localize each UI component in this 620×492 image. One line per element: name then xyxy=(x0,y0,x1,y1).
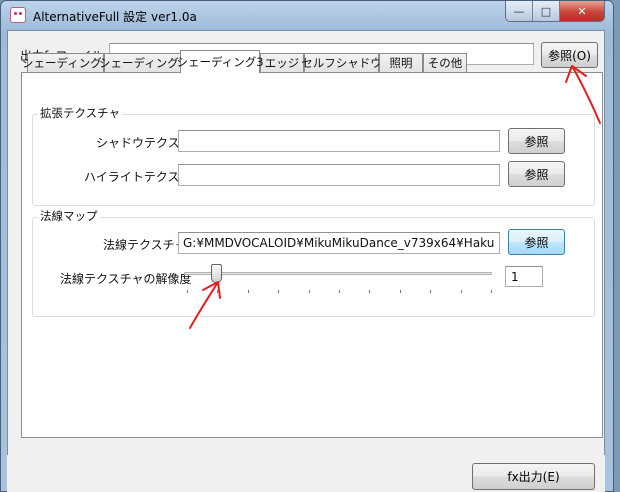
window-title: AlternativeFull 設定 ver1.0a xyxy=(33,10,197,24)
normal-resolution-label: 法線テクスチャの解像度 xyxy=(60,272,192,286)
normal-texture-input[interactable]: G:¥MMDVOCALOID¥MikuMikuDance_v739x64¥Hak… xyxy=(178,232,500,254)
resolution-slider-thumb[interactable] xyxy=(211,264,222,283)
resolution-value-input[interactable]: 1 xyxy=(505,266,543,287)
app-icon xyxy=(10,7,26,23)
normal-texture-label: 法線テクスチャ xyxy=(103,238,187,252)
slider-tick xyxy=(491,290,492,293)
title-bar[interactable]: AlternativeFull 設定 ver1.0a — □ ✕ xyxy=(1,1,613,31)
slider-tick xyxy=(308,290,310,293)
caption-buttons: — □ ✕ xyxy=(505,1,605,22)
minimize-button[interactable]: — xyxy=(506,1,533,21)
slider-tick xyxy=(247,290,249,293)
slider-tick xyxy=(217,290,219,293)
tab-self-shadow[interactable]: セルフシャドウ xyxy=(301,53,382,72)
tab-shading2[interactable]: シェーディング2 xyxy=(99,53,186,72)
slider-tick xyxy=(369,290,371,293)
maximize-button[interactable]: □ xyxy=(533,1,560,21)
slider-tick xyxy=(399,290,401,293)
slider-tick xyxy=(187,290,188,293)
shadow-texture-input[interactable] xyxy=(178,130,500,152)
highlight-texture-input[interactable] xyxy=(178,164,500,186)
normal-browse-button[interactable]: 参照 xyxy=(508,229,565,255)
output-browse-button[interactable]: 参照(O) xyxy=(541,42,598,68)
highlight-browse-button[interactable]: 参照 xyxy=(508,161,565,187)
resolution-slider-track[interactable] xyxy=(184,272,492,275)
slider-tick xyxy=(278,290,280,293)
shadow-browse-button[interactable]: 参照 xyxy=(508,128,565,154)
extended-texture-title: 拡張テクスチャ xyxy=(38,105,123,121)
tab-edge[interactable]: エッジ xyxy=(260,53,304,72)
slider-tick xyxy=(430,290,432,293)
tab-other[interactable]: その他 xyxy=(423,53,467,72)
tab-shading1[interactable]: シェーディング1 xyxy=(22,53,109,72)
close-button[interactable]: ✕ xyxy=(560,1,604,21)
slider-tick xyxy=(460,290,462,293)
tab-shading3[interactable]: シェーディング3 xyxy=(177,50,264,73)
export-fx-button[interactable]: fx出力(E) xyxy=(472,463,595,490)
tab-lighting[interactable]: 照明 xyxy=(379,53,423,72)
slider-tick xyxy=(339,290,340,293)
normal-map-title: 法線マップ xyxy=(38,208,100,224)
